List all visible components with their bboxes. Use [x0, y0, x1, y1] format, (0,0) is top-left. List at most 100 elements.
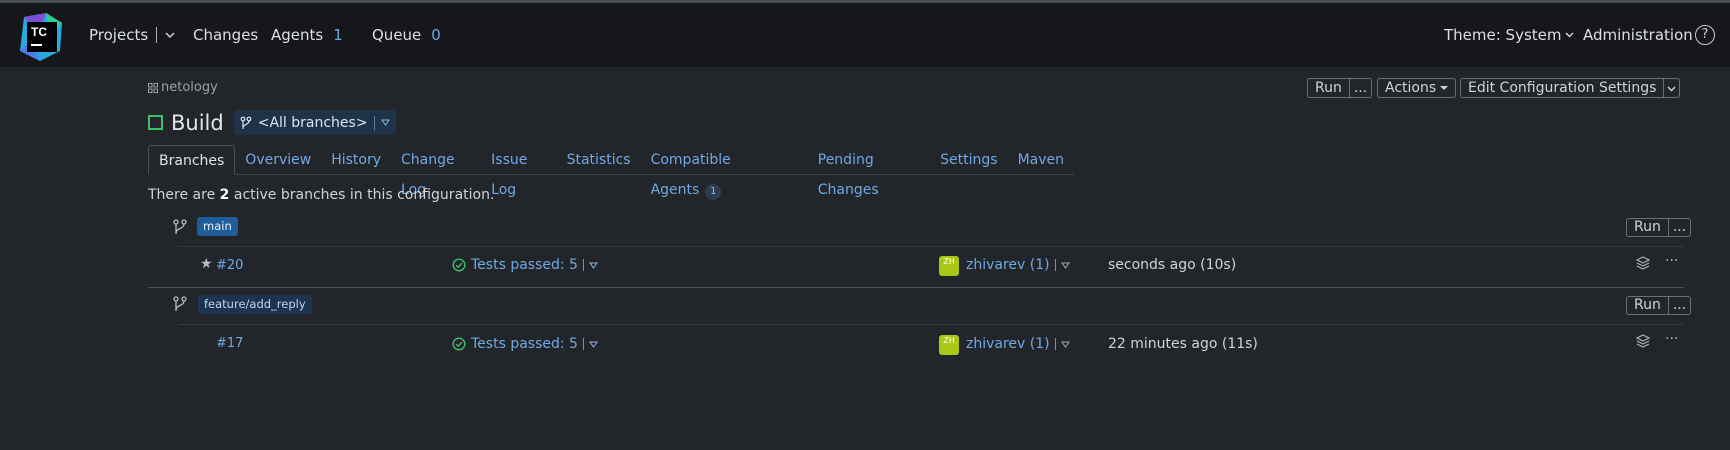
nav-projects[interactable]: Projects [89, 3, 175, 67]
breadcrumb-project-link[interactable]: netology [161, 80, 218, 95]
more-options-icon[interactable]: ··· [1665, 253, 1678, 269]
tab-overview[interactable]: Overview [235, 145, 321, 175]
active-branch-count: 2 [219, 187, 230, 203]
page-title: Build [171, 110, 224, 135]
svg-text:TC: TC [31, 25, 47, 39]
divider [178, 324, 1684, 325]
nav-agents[interactable]: Agents 1 [271, 3, 343, 67]
summary-prefix: There are [148, 187, 216, 203]
nav-queue[interactable]: Queue 0 [372, 3, 441, 67]
tab-settings[interactable]: Settings [930, 145, 1007, 175]
theme-selector[interactable]: Theme: System [1444, 3, 1574, 67]
actions-label[interactable]: Actions [1378, 79, 1439, 97]
branch-run-button[interactable]: Run [1627, 219, 1668, 236]
nav-agents-label[interactable]: Agents [271, 26, 323, 44]
build-status-link[interactable]: Tests passed: 5 [452, 257, 598, 273]
branch-icon [240, 116, 252, 129]
build-number-link[interactable]: #20 [216, 258, 243, 273]
tab-bar: Branches Overview History Change Log Iss… [148, 145, 1074, 200]
tab-pending-changes[interactable]: Pending Changes [808, 145, 930, 198]
teamcity-logo[interactable]: TC [16, 11, 66, 63]
chevron-down-icon[interactable] [165, 31, 175, 39]
nav-administration[interactable]: Administration [1583, 3, 1693, 67]
branch-icon [173, 296, 187, 311]
breadcrumb: netology [148, 80, 218, 95]
tests-passed-label[interactable]: Tests passed: 5 [471, 257, 578, 273]
edit-settings-options-button[interactable] [1663, 79, 1679, 97]
layers-icon[interactable] [1635, 333, 1651, 349]
user-link[interactable]: zhivarev (1) [966, 257, 1050, 273]
build-title-row: Build <All branches> [148, 110, 396, 135]
build-status-link[interactable]: Tests passed: 5 [452, 336, 598, 352]
avatar: ZH [939, 256, 959, 276]
star-icon[interactable]: ★ [200, 256, 213, 272]
build-time: seconds ago (10s) [1108, 257, 1237, 273]
queue-count: 0 [431, 26, 441, 44]
triangle-down-icon[interactable] [588, 341, 598, 348]
run-options-button[interactable]: ... [1348, 79, 1371, 97]
divider [582, 338, 584, 350]
compatible-agents-count: 1 [705, 184, 722, 200]
divider [373, 115, 375, 130]
build-status-icon [148, 115, 163, 130]
build-time: 22 minutes ago (11s) [1108, 336, 1258, 352]
divider [1054, 259, 1056, 271]
tab-statistics[interactable]: Statistics [557, 145, 641, 175]
project-grid-icon [148, 82, 158, 93]
more-options-icon[interactable]: ··· [1665, 331, 1678, 347]
check-circle-icon [452, 258, 466, 272]
triangle-down-icon[interactable] [1060, 341, 1070, 348]
app-header: TC Projects Changes Agents 1 Queue 0 The… [0, 3, 1730, 67]
chevron-down-icon [1667, 86, 1676, 92]
actions-button[interactable]: Actions [1377, 78, 1457, 98]
tab-maven[interactable]: Maven [1008, 145, 1074, 175]
tests-passed-label[interactable]: Tests passed: 5 [471, 336, 578, 352]
tab-compatible-agents[interactable]: Compatible Agents 1 [641, 145, 808, 200]
branch-run-options-button[interactable]: ... [1667, 219, 1690, 236]
divider [582, 259, 584, 271]
tab-change-log[interactable]: Change Log [391, 145, 481, 198]
branch-run-button[interactable]: Run [1627, 297, 1668, 314]
triggered-by-user[interactable]: zhivarev (1) [966, 257, 1070, 273]
triangle-down-icon[interactable] [588, 262, 598, 269]
branch-run-button-group[interactable]: Run ... [1626, 218, 1692, 237]
triangle-down-icon[interactable] [1060, 262, 1070, 269]
branch-filter-label[interactable]: <All branches> [258, 115, 368, 131]
branch-tag-main[interactable]: main [197, 217, 238, 236]
divider [1054, 338, 1056, 350]
tab-issue-log[interactable]: Issue Log [481, 145, 556, 198]
divider [156, 27, 158, 43]
branch-tag-feature-add-reply[interactable]: feature/add_reply [198, 295, 312, 314]
divider [148, 287, 1684, 288]
nav-administration-label[interactable]: Administration [1583, 26, 1693, 44]
agents-count: 1 [333, 26, 343, 44]
check-circle-icon [452, 337, 466, 351]
nav-changes[interactable]: Changes [193, 3, 258, 67]
divider [178, 246, 1684, 247]
help-icon[interactable]: ? [1695, 25, 1715, 45]
run-button-group[interactable]: Run ... [1307, 78, 1373, 98]
avatar: ZH [939, 335, 959, 355]
branch-icon [173, 219, 187, 234]
tab-history[interactable]: History [321, 145, 391, 175]
build-number-link[interactable]: #17 [216, 336, 243, 351]
edit-configuration-button[interactable]: Edit Configuration Settings [1460, 78, 1681, 98]
branch-run-button-group[interactable]: Run ... [1626, 296, 1692, 315]
triangle-down-icon[interactable] [380, 119, 390, 126]
edit-settings-label[interactable]: Edit Configuration Settings [1461, 79, 1663, 97]
branch-run-options-button[interactable]: ... [1667, 297, 1690, 314]
branches-summary: There are 2 active branches in this conf… [148, 187, 494, 203]
run-button[interactable]: Run [1308, 79, 1349, 97]
user-link[interactable]: zhivarev (1) [966, 336, 1050, 352]
theme-label[interactable]: Theme: System [1444, 26, 1562, 44]
layers-icon[interactable] [1635, 255, 1651, 271]
triangle-down-icon [1440, 86, 1449, 90]
nav-projects-label[interactable]: Projects [89, 26, 148, 44]
triggered-by-user[interactable]: zhivarev (1) [966, 336, 1070, 352]
nav-queue-label[interactable]: Queue [372, 26, 421, 44]
tab-branches[interactable]: Branches [148, 145, 236, 175]
summary-suffix: active branches in this configuration. [233, 187, 495, 203]
branch-filter[interactable]: <All branches> [233, 110, 396, 135]
chevron-down-icon[interactable] [1564, 32, 1574, 38]
nav-changes-label[interactable]: Changes [193, 26, 258, 44]
